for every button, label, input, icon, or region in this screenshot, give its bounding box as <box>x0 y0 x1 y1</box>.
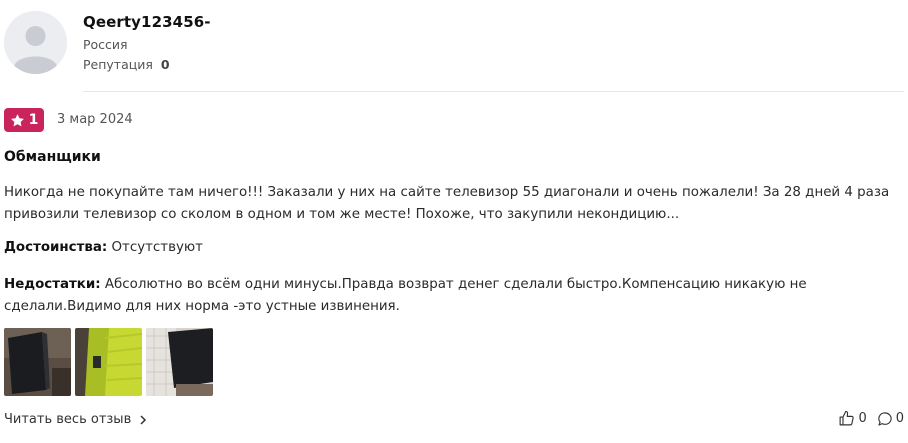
like-count: 0 <box>858 411 867 426</box>
divider <box>83 91 904 92</box>
review-actions: 0 0 <box>838 410 904 427</box>
review-cons: Недостатки: Абсолютно во всём одни минус… <box>4 274 904 318</box>
cons-value: Абсолютно во всём одни минусы.Правда воз… <box>4 277 807 314</box>
thumbs-up-icon <box>839 410 855 426</box>
avatar[interactable] <box>4 11 67 74</box>
review-title: Обманщики <box>4 149 101 165</box>
read-full-review-link[interactable]: Читать весь отзыв <box>4 412 147 427</box>
author-name[interactable]: Qeerty123456- <box>83 13 211 31</box>
like-button[interactable]: 0 <box>838 410 867 427</box>
review-pros: Достоинства: Отсутствуют <box>4 238 203 258</box>
review-photos <box>4 328 213 396</box>
reputation-label: Репутация <box>83 57 153 72</box>
author-reputation: Репутация 0 <box>83 57 170 72</box>
chevron-right-icon <box>140 414 147 425</box>
review-text: Никогда не покупайте там ничего!!! Заказ… <box>4 185 890 222</box>
reputation-value: 0 <box>160 57 170 72</box>
comment-count: 0 <box>895 411 904 426</box>
star-icon <box>10 113 24 126</box>
rating-badge: 1 <box>4 108 44 132</box>
review-date: 3 мар 2024 <box>57 112 133 127</box>
comment-icon <box>878 411 892 426</box>
rating-value: 1 <box>28 112 39 128</box>
read-more-label: Читать весь отзыв <box>4 412 132 427</box>
review-photo-thumbnail[interactable] <box>4 328 71 396</box>
cons-label: Недостатки: <box>4 277 101 292</box>
review-photo-thumbnail[interactable] <box>146 328 213 396</box>
author-country: Россия <box>83 37 128 52</box>
review-photo-thumbnail[interactable] <box>75 328 142 396</box>
comment-button[interactable]: 0 <box>877 411 904 427</box>
pros-label: Достоинства: <box>4 240 108 255</box>
pros-value: Отсутствуют <box>111 240 203 255</box>
